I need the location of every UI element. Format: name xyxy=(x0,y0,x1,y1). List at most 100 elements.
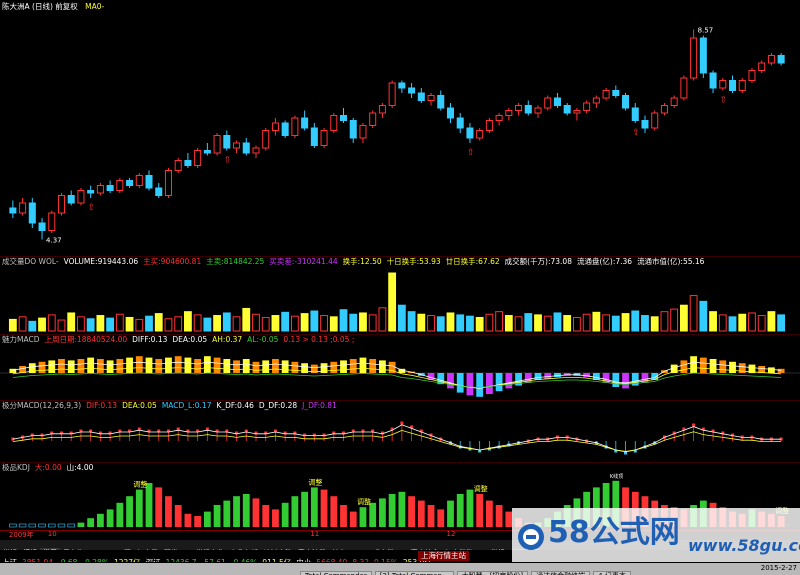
candle-body xyxy=(38,222,46,231)
candle-body xyxy=(515,105,523,111)
macd-bar xyxy=(126,357,133,373)
taskbar-button[interactable]: 大智慧 - [招商股份] xyxy=(456,571,529,575)
candle-body xyxy=(670,97,678,106)
kdj-bar xyxy=(456,494,464,527)
candle-body xyxy=(271,122,279,131)
legend-item: 流通盘(亿):7.36 xyxy=(576,257,633,266)
macd-bar xyxy=(184,357,192,373)
volume-bar xyxy=(660,311,669,332)
macd-bar xyxy=(58,359,65,373)
volume-bar xyxy=(563,315,572,332)
volume-bar xyxy=(446,312,455,332)
kdj-empty-bar xyxy=(38,523,46,528)
stock-title: 陈大洲A (日线) 前复权 xyxy=(2,2,78,11)
volume-bar xyxy=(602,314,610,332)
high-price-label: 8.57 xyxy=(698,27,714,35)
kdj-bar xyxy=(77,522,85,527)
candle-body xyxy=(378,105,386,114)
kdj-bar xyxy=(135,489,143,527)
macd-bar xyxy=(116,359,124,373)
kdj-bar xyxy=(379,498,386,527)
dea-line xyxy=(12,429,782,452)
taskbar-button[interactable]: [2] Total Comman... xyxy=(374,571,454,575)
kdj-bar xyxy=(437,509,445,527)
server-status[interactable]: 上海行情主站 xyxy=(418,551,469,561)
macd2-dot xyxy=(400,421,404,425)
taskbar: Total Commander[2] Total Comman...大智慧 - … xyxy=(0,563,800,575)
volume-bar xyxy=(125,316,134,332)
watermark: 58公式网 www.58gu.com xyxy=(512,508,800,562)
kdj-legend: 极品KDJ 大:0.00 山:4.00 xyxy=(0,463,800,473)
candle-body xyxy=(28,202,36,224)
kdj-bar xyxy=(184,513,192,527)
kdj-empty-bar xyxy=(28,523,37,528)
kdj-adjust-label: 调整 xyxy=(133,480,147,489)
volume-bar xyxy=(310,310,319,332)
volume-bar xyxy=(174,316,183,332)
macd-bar xyxy=(67,360,75,373)
volume-bar xyxy=(709,311,717,332)
candle-body xyxy=(106,185,114,191)
volume-bar xyxy=(485,313,494,332)
ticker-value: 911.5亿 xyxy=(262,557,291,562)
ticker-value: -0.68 xyxy=(58,557,77,562)
legend-item: 换手:12.50 xyxy=(342,257,382,266)
candle-body xyxy=(184,160,192,166)
kdj-adjust-label: 调整 xyxy=(474,484,488,493)
candle-body xyxy=(719,80,727,89)
taskbar-button[interactable]: 通达信金融终端 xyxy=(531,571,591,575)
volume-bar xyxy=(514,316,523,332)
macd-bar xyxy=(272,359,279,373)
legend-item: DEA:0.05 xyxy=(172,335,208,344)
volume-panel[interactable]: 成交量DO WOL- VOLUME:919443.06 主买:904600.81 主卖… xyxy=(0,256,800,335)
macd-bar xyxy=(330,361,338,373)
volume-bar xyxy=(38,317,46,332)
volume-bar xyxy=(670,308,679,332)
volume-bar xyxy=(553,312,562,332)
macd-bar xyxy=(38,361,46,373)
volume-bar xyxy=(495,311,504,332)
volume-bar xyxy=(349,313,358,332)
legend-item: 大:0.00 xyxy=(34,463,62,472)
volume-bar xyxy=(339,309,348,332)
macd-panel[interactable]: 魅力MACD 上周日期:18840524.00 DIFF:0.13 DEA:0.05 A… xyxy=(0,334,800,401)
volume-bar xyxy=(534,314,542,332)
candle-body xyxy=(213,135,221,154)
volume-bar xyxy=(115,313,124,332)
kdj-bar xyxy=(408,496,415,527)
volume-bar xyxy=(427,315,435,332)
candle-body xyxy=(310,127,318,146)
kdj-bar xyxy=(359,507,367,527)
volume-bar xyxy=(417,313,426,332)
macd-bar xyxy=(622,373,629,389)
candle-body xyxy=(252,147,260,154)
macd-bar xyxy=(729,361,736,373)
kdj-bar xyxy=(476,494,484,527)
kdj-bar xyxy=(213,505,221,527)
ticker-value: 0.15% xyxy=(374,557,398,562)
legend-item: DIF:0.13 xyxy=(86,401,118,410)
volume-bar xyxy=(184,311,192,332)
macd2-panel[interactable]: 极分MACD(12,26,9,3) DIF:0.13 DEA:0.05 MACD_L:… xyxy=(0,400,800,463)
volume-bar xyxy=(699,300,708,332)
volume-bar xyxy=(290,315,299,332)
kdj-bar xyxy=(340,505,347,527)
macd-bar xyxy=(476,373,484,397)
volume-bar xyxy=(456,314,465,332)
taskbar-button[interactable]: 4 记事本 xyxy=(593,571,631,575)
candle-body xyxy=(349,120,357,139)
ticker-value: -0.28% xyxy=(82,557,109,562)
volume-bar xyxy=(621,313,630,332)
volume-bar xyxy=(67,312,76,332)
taskbar-button[interactable]: Total Commander xyxy=(300,571,372,575)
candle-body xyxy=(466,127,474,139)
candle-body xyxy=(699,37,707,74)
volume-bar xyxy=(242,307,251,332)
kdj-empty-bar xyxy=(48,523,56,528)
price-chart[interactable]: ⇧ ⇧ ⇧ ⇧ ⇧ 8.57 4.37 xyxy=(0,12,800,254)
volume-bar xyxy=(47,314,56,332)
volume-bar xyxy=(767,311,776,332)
macd-bar xyxy=(242,359,250,373)
kdj-bar xyxy=(320,489,328,527)
volume-bar xyxy=(475,316,484,332)
